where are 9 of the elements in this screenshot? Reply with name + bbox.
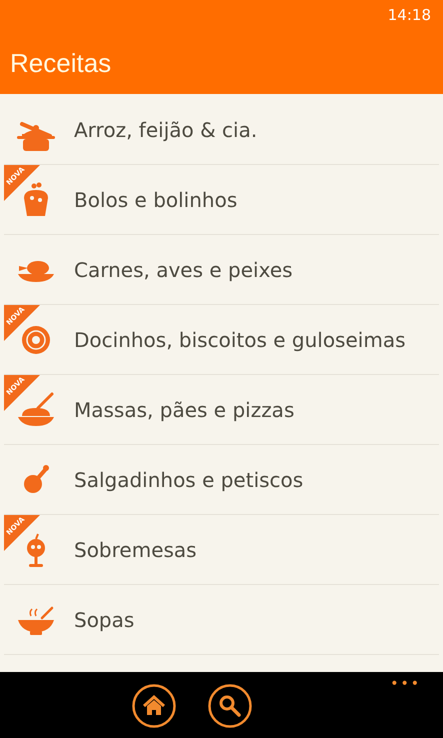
- category-item[interactable]: Carnes, aves e peixes: [4, 235, 439, 305]
- home-button[interactable]: [132, 684, 176, 728]
- more-button[interactable]: •••: [390, 674, 421, 695]
- category-item[interactable]: Arroz, feijão & cia.: [4, 95, 439, 165]
- category-item[interactable]: Sopas: [4, 585, 439, 655]
- status-time: 14:18: [388, 5, 431, 26]
- category-item[interactable]: Salgadinhos e petiscos: [4, 445, 439, 515]
- page-title: Receitas: [10, 48, 112, 78]
- search-button[interactable]: [208, 684, 252, 728]
